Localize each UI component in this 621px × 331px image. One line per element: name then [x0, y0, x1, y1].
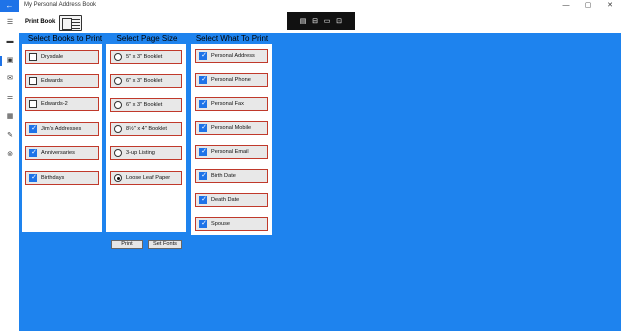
field-label: Personal Phone — [211, 77, 251, 83]
books-heading: Select Books to Print — [27, 34, 103, 43]
page-size-radio[interactable] — [114, 77, 122, 85]
field-option[interactable]: Birth Date — [195, 169, 268, 183]
books-panel: Drysdale Edwards Edwards-2 Jim's Address… — [22, 44, 102, 232]
page-size-panel: 5" x 3" Booklet 6" x 3" Booklet 6" x 3" … — [106, 44, 186, 232]
field-checkbox[interactable] — [199, 171, 208, 180]
list-icon[interactable]: ⚌ — [5, 94, 15, 102]
print-book-icon — [59, 15, 82, 31]
book-option[interactable]: Edwards — [25, 74, 99, 88]
toolbar-share-icon[interactable]: ⊡ — [335, 17, 343, 25]
field-label: Personal Address — [211, 53, 255, 59]
page-size-radio[interactable] — [114, 174, 122, 182]
what-to-print-heading: Select What To Print — [195, 34, 269, 43]
book-checkbox[interactable] — [29, 173, 38, 182]
field-checkbox[interactable] — [199, 123, 208, 132]
minimize-button[interactable]: — — [555, 0, 577, 12]
page-size-label: 5" x 3" Booklet — [126, 54, 163, 60]
book-option[interactable]: Jim's Addresses — [25, 122, 99, 136]
print-button[interactable]: Print — [111, 240, 143, 249]
back-arrow-icon: ← — [5, 1, 14, 10]
back-button[interactable]: ← — [0, 0, 19, 12]
toolbar-comment-icon[interactable]: ⊟ — [311, 17, 319, 25]
page-size-radio[interactable] — [114, 125, 122, 133]
toolbar: ▤ ⊟ ▭ ⊡ — [287, 12, 355, 30]
book-label: Anniversaries — [41, 150, 75, 156]
page-size-radio[interactable] — [114, 149, 122, 157]
calendar-icon[interactable]: ▦ — [5, 113, 15, 121]
settings-icon[interactable]: ⊚ — [5, 151, 15, 159]
page-size-radio[interactable] — [114, 101, 122, 109]
book-label: Jim's Addresses — [41, 126, 82, 132]
content-area: Select Books to Print Drysdale Edwards E… — [19, 33, 621, 331]
page-size-option[interactable]: 3-up Listing — [110, 146, 182, 160]
what-to-print-panel: Personal Address Personal Phone Personal… — [191, 44, 272, 235]
page-size-option[interactable]: 8½" x 4" Booklet — [110, 122, 182, 136]
book-checkbox[interactable] — [29, 77, 37, 85]
field-label: Personal Fax — [211, 101, 244, 107]
field-label: Personal Mobile — [211, 125, 252, 131]
field-option[interactable]: Personal Mobile — [195, 121, 268, 135]
maximize-button[interactable]: ▢ — [577, 0, 599, 12]
hamburger-menu-icon[interactable]: ☰ — [5, 19, 15, 27]
book-label: Edwards — [41, 78, 63, 84]
field-checkbox[interactable] — [199, 147, 208, 156]
window-controls: — ▢ ✕ — [555, 0, 621, 12]
book-checkbox[interactable] — [29, 53, 37, 61]
close-button[interactable]: ✕ — [599, 0, 621, 12]
page-size-label: 3-up Listing — [126, 150, 155, 156]
field-checkbox[interactable] — [199, 219, 208, 228]
field-checkbox[interactable] — [199, 99, 208, 108]
book-label: Drysdale — [41, 54, 64, 60]
toolbar-export-icon[interactable]: ▤ — [299, 17, 307, 25]
book-option[interactable]: Birthdays — [25, 171, 99, 185]
field-label: Birth Date — [211, 173, 236, 179]
field-checkbox[interactable] — [199, 75, 208, 84]
book-checkbox[interactable] — [29, 148, 38, 157]
book-option[interactable]: Anniversaries — [25, 146, 99, 160]
book-option[interactable]: Edwards-2 — [25, 97, 99, 111]
page-size-option[interactable]: Loose Leaf Paper — [110, 171, 182, 185]
window-title: My Personal Address Book — [24, 2, 97, 8]
edit-icon[interactable]: ✎ — [5, 132, 15, 140]
field-option[interactable]: Personal Address — [195, 49, 268, 63]
page-title: Print Book — [25, 19, 56, 25]
toolbar-document-icon[interactable]: ▭ — [323, 17, 331, 25]
field-option[interactable]: Personal Phone — [195, 73, 268, 87]
page-size-label: 8½" x 4" Booklet — [126, 126, 167, 132]
page-size-label: 6" x 3" Booklet — [126, 102, 163, 108]
page-size-option[interactable]: 6" x 3" Booklet — [110, 98, 182, 112]
page-size-radio[interactable] — [114, 53, 122, 61]
book-option[interactable]: Drysdale — [25, 50, 99, 64]
page-size-label: 6" x 3" Booklet — [126, 78, 163, 84]
address-book-icon[interactable]: ▬ — [5, 38, 15, 46]
nav-selection-indicator — [0, 56, 2, 66]
field-label: Spouse — [211, 221, 230, 227]
page-size-option[interactable]: 5" x 3" Booklet — [110, 50, 182, 64]
print-nav-icon[interactable]: ▣ — [5, 57, 15, 65]
field-checkbox[interactable] — [199, 195, 208, 204]
mail-icon[interactable]: ✉ — [5, 75, 15, 83]
book-checkbox[interactable] — [29, 124, 38, 133]
page-header: Print Book ▤ ⊟ ▭ ⊡ — [19, 12, 621, 33]
title-bar: ← My Personal Address Book — ▢ ✕ — [0, 0, 621, 12]
book-checkbox[interactable] — [29, 100, 37, 108]
field-option[interactable]: Personal Email — [195, 145, 268, 159]
page-size-heading: Select Page Size — [116, 34, 178, 43]
set-fonts-button[interactable]: Set Fonts — [148, 240, 182, 249]
field-checkbox[interactable] — [199, 51, 208, 60]
book-label: Birthdays — [41, 175, 65, 181]
field-option[interactable]: Spouse — [195, 217, 268, 231]
field-label: Personal Email — [211, 149, 249, 155]
field-option[interactable]: Personal Fax — [195, 97, 268, 111]
field-option[interactable]: Death Date — [195, 193, 268, 207]
page-size-label: Loose Leaf Paper — [126, 175, 171, 181]
field-label: Death Date — [211, 197, 240, 203]
page-size-option[interactable]: 6" x 3" Booklet — [110, 74, 182, 88]
book-label: Edwards-2 — [41, 101, 68, 107]
nav-rail: ☰ ▬ ▣ ✉ ⚌ ▦ ✎ ⊚ — [0, 12, 19, 331]
